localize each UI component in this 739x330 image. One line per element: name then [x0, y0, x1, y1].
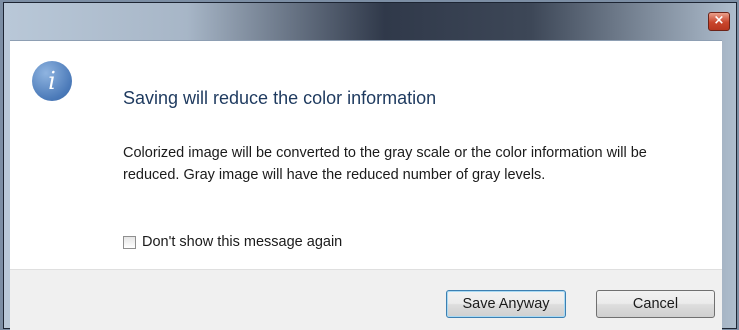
dialog-heading: Saving will reduce the color information	[123, 88, 437, 108]
close-icon: ×	[713, 13, 725, 28]
dont-show-again-option[interactable]: Don't show this message again	[123, 233, 342, 251]
close-button[interactable]: ×	[708, 12, 730, 31]
dialog-content: i Saving will reduce the color informati…	[10, 40, 722, 270]
dont-show-again-label[interactable]: Don't show this message again	[142, 234, 342, 250]
save-anyway-button[interactable]: Save Anyway	[446, 290, 566, 318]
dont-show-again-checkbox[interactable]	[123, 235, 136, 249]
dialog-description: Colorized image will be converted to the…	[123, 145, 647, 183]
info-icon: i	[32, 61, 72, 101]
title-bar[interactable]: ×	[4, 3, 736, 43]
dialog-footer: Save Anyway Cancel	[10, 269, 722, 330]
cancel-button[interactable]: Cancel	[596, 290, 715, 318]
